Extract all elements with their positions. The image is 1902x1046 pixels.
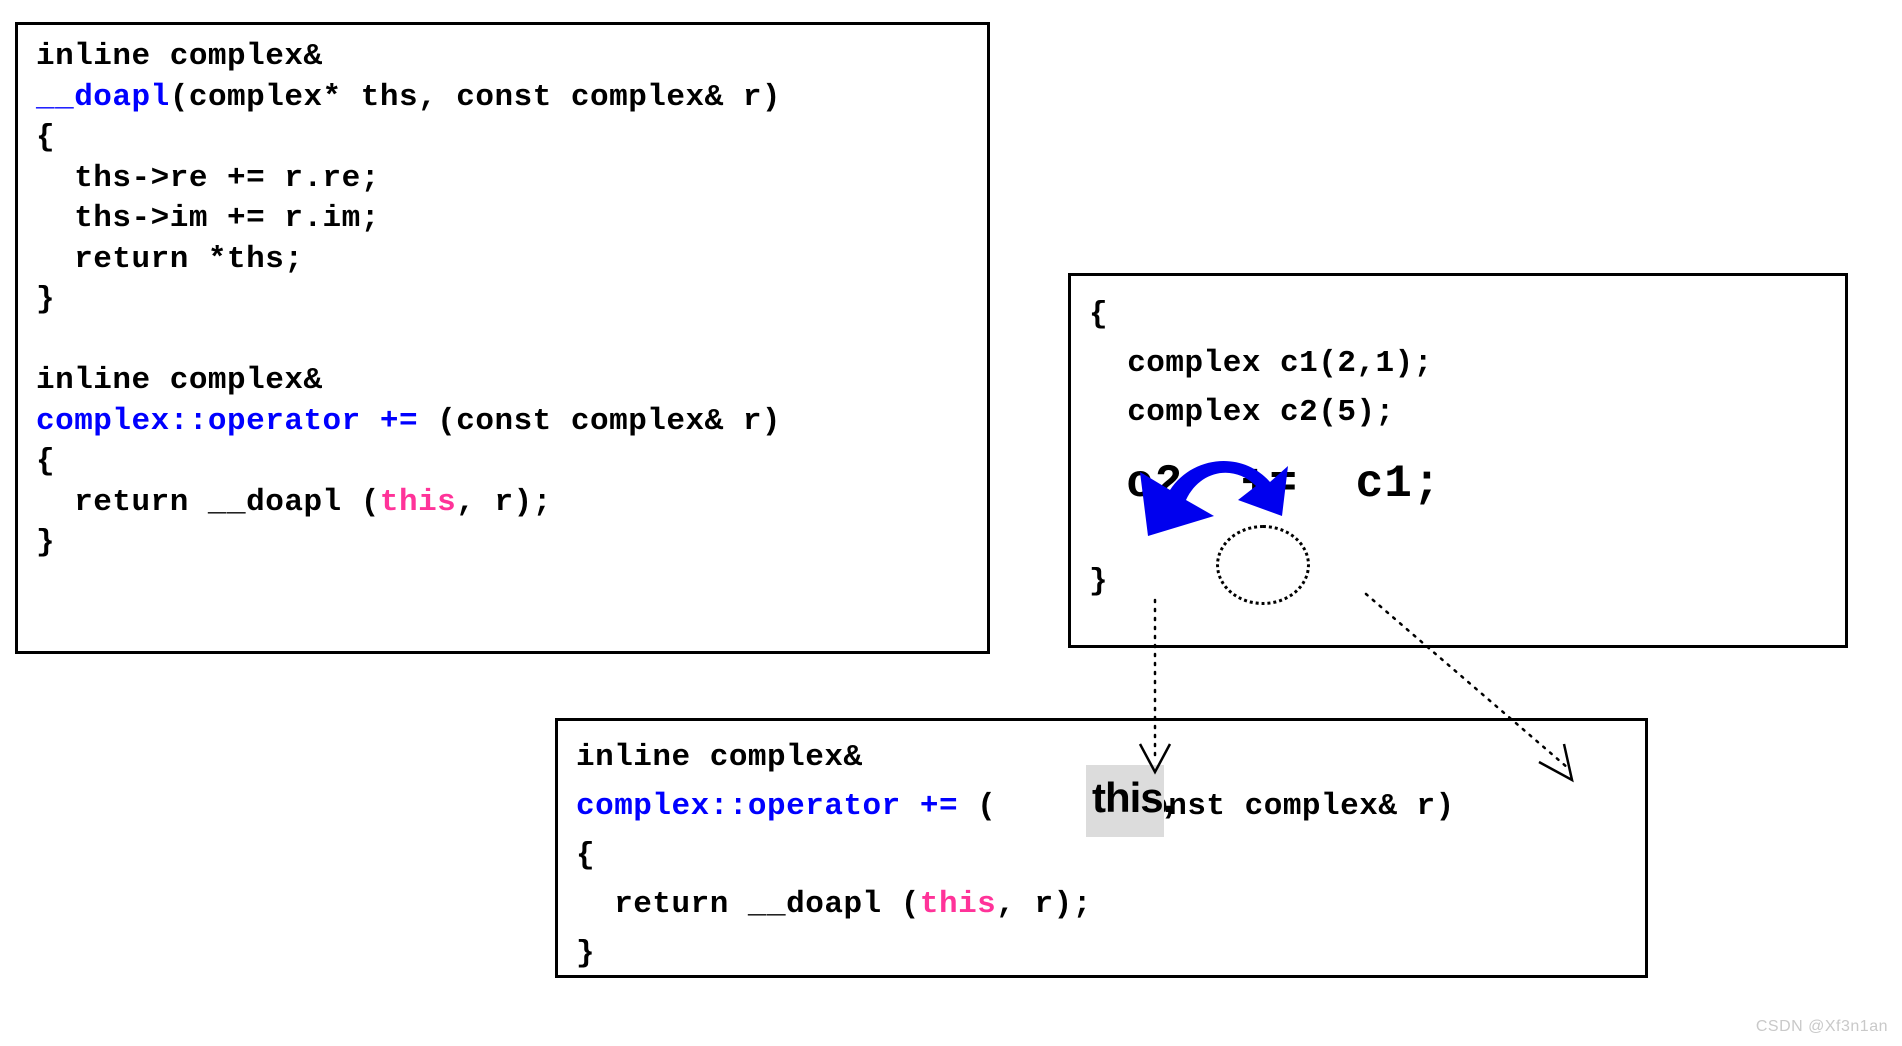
- right-closing-brace: }: [1089, 564, 1109, 599]
- substituted-signature-panel: inline complex& complex::operator += ( c…: [555, 718, 1648, 978]
- doapl-definition-panel: inline complex& __doapl(complex* ths, co…: [15, 22, 990, 654]
- left-line-9: inline complex&: [36, 363, 323, 398]
- left-line-6: return *ths;: [36, 241, 304, 277]
- left-panel-code: inline complex& __doapl(complex* ths, co…: [36, 37, 781, 564]
- right-line-2: complex c1(2,1);: [1089, 346, 1433, 381]
- bottom-line-4-a: return __doapl (: [576, 887, 920, 922]
- left-line-2-rest: (complex* ths, const complex& r): [169, 79, 782, 115]
- bottom-line-1: inline complex&: [576, 740, 863, 775]
- this-highlight-label: this,: [1092, 774, 1174, 821]
- left-line-1: inline complex&: [36, 39, 323, 74]
- bottom-operator-signature: complex::operator +=: [576, 789, 959, 824]
- left-line-7: }: [36, 282, 56, 317]
- expr-space-2: [1298, 458, 1356, 510]
- left-line-10-rest: (const complex& r): [418, 403, 782, 439]
- right-panel-code: { complex c1(2,1); complex c2(5);: [1089, 290, 1433, 437]
- left-line-12-a: return __doapl (: [36, 484, 380, 520]
- operator-plus-equal-signature: complex::operator +=: [36, 403, 419, 439]
- left-line-11: {: [36, 444, 56, 479]
- right-line-3: complex c2(5);: [1089, 395, 1395, 430]
- left-line-13: }: [36, 525, 56, 560]
- expression-rhs: c1;: [1355, 458, 1442, 510]
- bottom-open-paren: (: [958, 789, 997, 824]
- curved-arrow-icon: [1140, 460, 1288, 536]
- bottom-line-4-b: , r);: [996, 887, 1092, 922]
- this-keyword-left: this: [379, 484, 457, 520]
- left-line-12-b: , r);: [456, 484, 552, 520]
- bottom-line-5: }: [576, 936, 596, 971]
- right-line-1: {: [1089, 297, 1109, 332]
- left-line-5: ths->im += r.im;: [36, 201, 380, 236]
- doapl-function-name: __doapl: [36, 79, 170, 115]
- bottom-line-3: {: [576, 838, 596, 873]
- watermark: CSDN @Xf3n1an: [1755, 1018, 1888, 1035]
- bottom-panel-code: inline complex& complex::operator += ( c…: [576, 733, 1455, 978]
- left-line-4: ths->re += r.re;: [36, 160, 380, 196]
- this-keyword-bottom: this: [919, 887, 997, 922]
- left-line-3: {: [36, 120, 56, 155]
